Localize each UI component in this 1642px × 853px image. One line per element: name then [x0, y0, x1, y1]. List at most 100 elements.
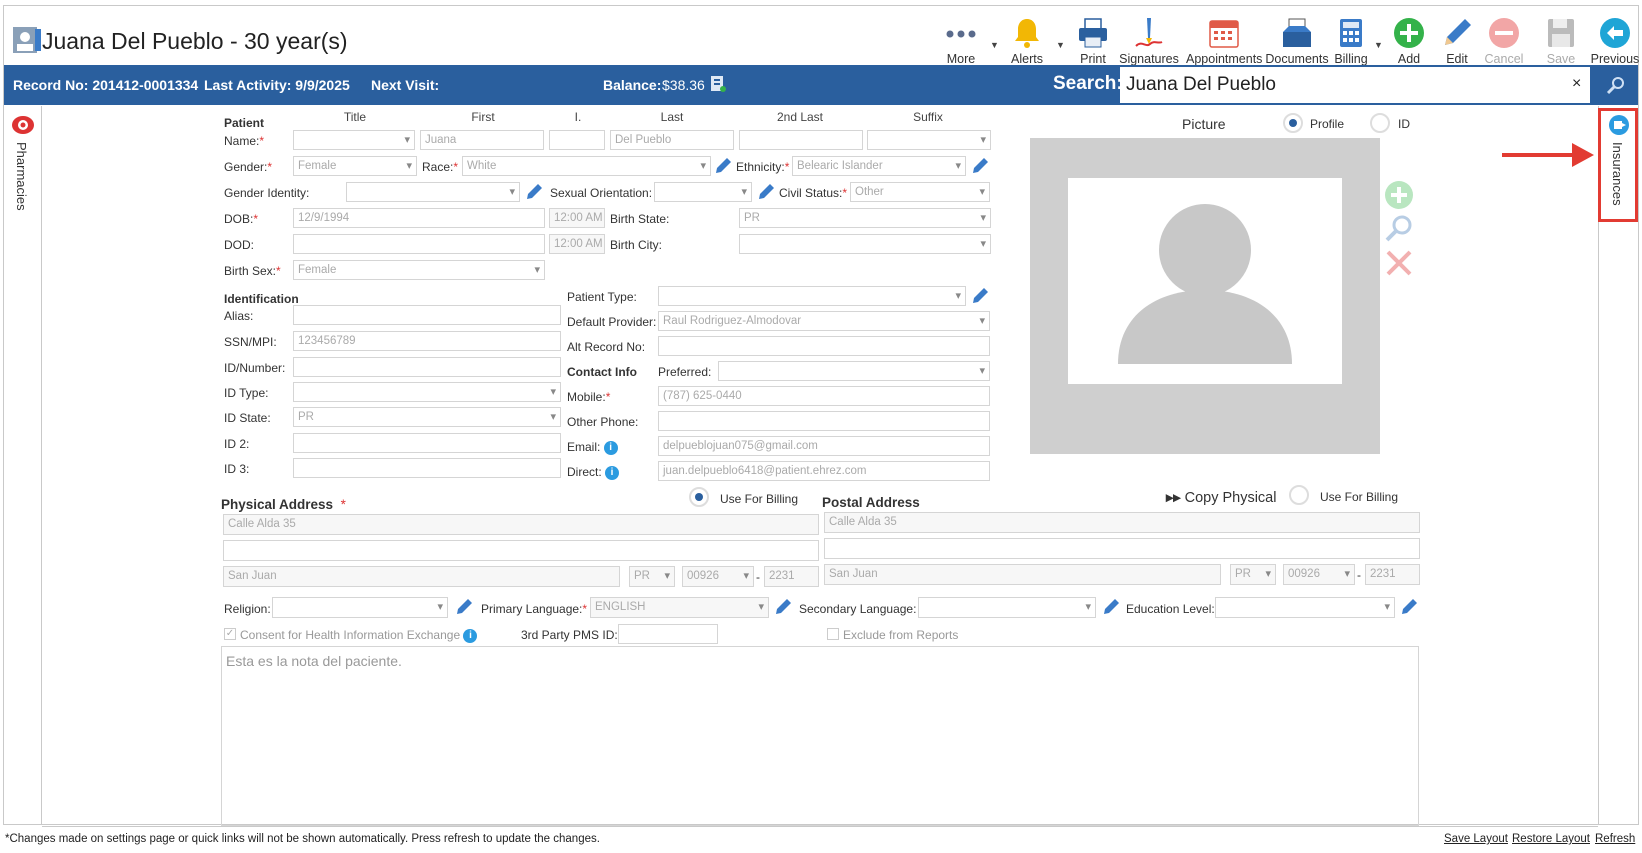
postal-line2-input[interactable] [824, 538, 1420, 559]
dod-time-input[interactable]: 12:00 AM [549, 234, 605, 254]
suffix-select[interactable] [867, 130, 991, 150]
secondary-language-edit-pencil-icon[interactable] [1102, 598, 1120, 616]
id2-input[interactable] [293, 433, 561, 453]
add-picture-icon[interactable] [1384, 180, 1414, 210]
gender-identity-edit-pencil-icon[interactable] [525, 183, 543, 201]
secondary-language-select[interactable] [918, 597, 1096, 618]
first-name-input[interactable]: Juana [420, 130, 544, 150]
pharmacies-tab[interactable]: Pharmacies [14, 142, 29, 211]
balance-label: Balance: [603, 77, 662, 93]
physical-state-select[interactable]: PR [629, 566, 675, 587]
patient-avatar-icon [13, 27, 41, 53]
ssn-label: SSN/MPI: [224, 335, 277, 349]
save-layout-link[interactable]: Save Layout [1444, 833, 1508, 845]
patient-type-label: Patient Type: [567, 290, 637, 304]
patient-type-edit-pencil-icon[interactable] [971, 287, 989, 305]
primary-language-edit-pencil-icon[interactable] [774, 598, 792, 616]
gender-select[interactable]: Female [293, 156, 417, 176]
id3-input[interactable] [293, 458, 561, 478]
dod-input[interactable] [293, 234, 545, 254]
postal-use-billing-radio[interactable] [1289, 485, 1309, 505]
patient-notes-textarea[interactable]: Esta es la nota del paciente. [221, 646, 1419, 826]
physical-use-billing-radio[interactable] [689, 487, 709, 507]
email-info-icon[interactable]: i [603, 440, 618, 455]
gender-identity-select[interactable] [346, 182, 520, 202]
previous-button[interactable]: Previous [1580, 12, 1642, 68]
profile-radio-label: Profile [1310, 117, 1345, 131]
save-disk-icon [1548, 19, 1574, 47]
dob-time-input[interactable]: 12:00 AM [549, 208, 605, 228]
alerts-button[interactable]: Alerts [992, 12, 1062, 68]
copy-physical-button[interactable]: ▸▸ Copy Physical [1166, 490, 1276, 506]
restore-layout-link[interactable]: Restore Layout [1512, 833, 1590, 845]
ethnicity-select[interactable]: Belearic Islander [792, 156, 966, 176]
religion-edit-pencil-icon[interactable] [455, 598, 473, 616]
initial-input[interactable] [549, 130, 605, 150]
eye-icon[interactable] [11, 114, 35, 136]
id-state-select[interactable]: PR [293, 407, 561, 427]
physical-zip-select[interactable]: 00926 [682, 566, 754, 587]
birth-sex-select[interactable]: Female [293, 260, 545, 280]
education-level-edit-pencil-icon[interactable] [1400, 598, 1418, 616]
physical-line2-input[interactable] [223, 540, 819, 561]
other-phone-input[interactable] [658, 411, 990, 431]
birth-state-select[interactable]: PR [739, 208, 991, 228]
profile-radio[interactable] [1283, 113, 1303, 133]
title-select[interactable] [293, 130, 415, 150]
direct-input[interactable]: juan.delpueblo6418@patient.ehrez.com [658, 461, 990, 481]
consent-checkbox[interactable]: ✓ [224, 628, 236, 640]
sexual-orientation-select[interactable] [654, 182, 752, 202]
postal-zip-select[interactable]: 00926 [1283, 564, 1355, 585]
appointments-button[interactable]: Appointments [1186, 12, 1262, 68]
race-edit-pencil-icon[interactable] [714, 157, 732, 175]
direct-info-icon[interactable]: i [605, 465, 620, 480]
mobile-input[interactable]: (787) 625-0440 [658, 386, 990, 406]
ssn-input[interactable]: 123456789 [293, 331, 561, 351]
id-number-input[interactable] [293, 357, 561, 377]
postal-city-input[interactable]: San Juan [824, 564, 1221, 585]
physical-line1-input[interactable]: Calle Alda 35 [223, 514, 819, 535]
sexual-orientation-edit-pencil-icon[interactable] [757, 183, 775, 201]
search-clear-button[interactable]: × [1572, 75, 1581, 93]
physical-zip4-input[interactable]: 2231 [764, 566, 819, 587]
dob-input[interactable]: 12/9/1994 [293, 208, 545, 228]
balance-detail-icon[interactable] [709, 75, 727, 93]
alt-record-input[interactable] [658, 336, 990, 356]
physical-use-billing-label: Use For Billing [720, 492, 799, 506]
signatures-button[interactable]: Signatures [1114, 12, 1184, 68]
birth-city-select[interactable] [739, 234, 991, 254]
refresh-link[interactable]: Refresh [1595, 833, 1635, 845]
delete-picture-icon[interactable] [1384, 248, 1414, 278]
alt-record-label: Alt Record No: [567, 340, 646, 354]
postal-zip4-input[interactable]: 2231 [1365, 564, 1420, 585]
physical-city-input[interactable]: San Juan [223, 566, 620, 587]
id-radio[interactable] [1370, 113, 1390, 133]
more-button[interactable]: More [926, 12, 996, 68]
primary-language-select[interactable]: ENGLISH [590, 597, 769, 618]
zoom-picture-icon[interactable] [1384, 214, 1414, 244]
preferred-select[interactable] [718, 361, 990, 381]
race-select[interactable]: White [462, 156, 711, 176]
postal-line1-input[interactable]: Calle Alda 35 [824, 512, 1420, 533]
id-type-select[interactable] [293, 382, 561, 402]
ethnicity-edit-pencil-icon[interactable] [971, 157, 989, 175]
patient-type-select[interactable] [658, 286, 966, 306]
consent-label: Consent for Health Information Exchange … [240, 628, 478, 643]
pms-id-input[interactable] [618, 624, 718, 644]
alias-label: Alias: [224, 309, 254, 323]
search-button[interactable] [1594, 67, 1638, 103]
billing-calculator-icon [1340, 19, 1362, 47]
alias-input[interactable] [293, 305, 561, 325]
name-label: Name:* [224, 134, 265, 148]
patient-search-input[interactable] [1120, 67, 1590, 103]
religion-select[interactable] [272, 597, 448, 618]
email-input[interactable]: delpueblojuan075@gmail.com [658, 436, 990, 456]
postal-state-select[interactable]: PR [1230, 564, 1276, 585]
education-level-select[interactable] [1215, 597, 1395, 618]
exclude-reports-checkbox[interactable] [827, 628, 839, 640]
last-name-input[interactable]: Del Pueblo [610, 130, 734, 150]
consent-info-icon[interactable]: i [463, 628, 478, 643]
civil-status-select[interactable]: Other [850, 182, 990, 202]
default-provider-select[interactable]: Raul Rodriguez-Almodovar [658, 311, 990, 331]
second-last-input[interactable] [739, 130, 863, 150]
